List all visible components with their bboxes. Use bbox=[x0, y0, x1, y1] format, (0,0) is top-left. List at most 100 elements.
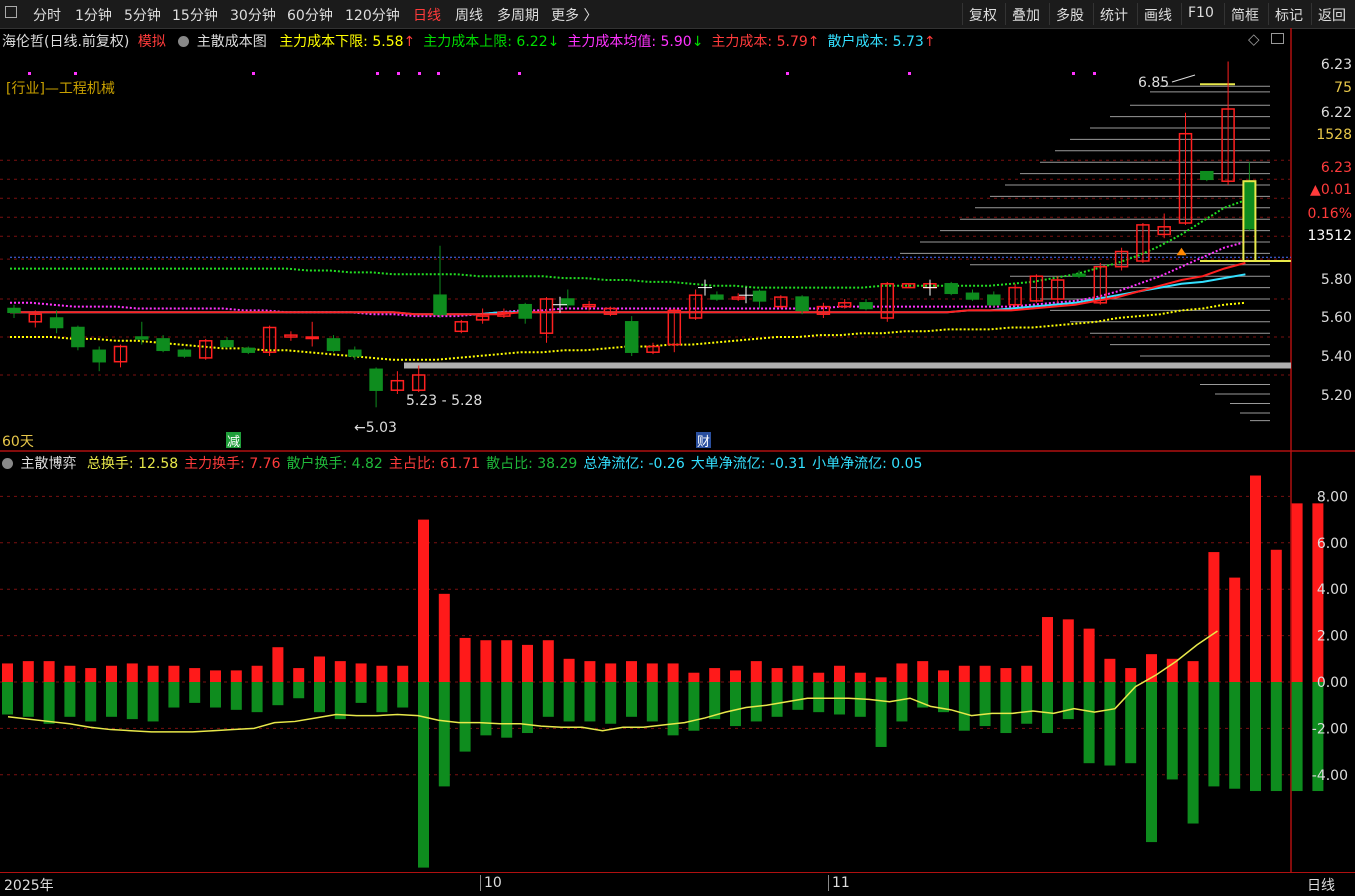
game-bar-chart[interactable]: 8.00 6.00 4.00 2.00 0.00 -2.00 -4.00 bbox=[0, 451, 1355, 872]
candle-body bbox=[177, 349, 192, 357]
period-tab-daily[interactable]: 日线 bbox=[413, 5, 441, 25]
retail-turnover-bar bbox=[126, 682, 138, 720]
retail-turnover-bar bbox=[230, 682, 242, 710]
candle-body bbox=[156, 338, 170, 352]
retail-turnover-bar bbox=[584, 682, 596, 722]
retail-turnover-bar bbox=[1208, 682, 1220, 787]
retail-turnover-bar bbox=[1062, 682, 1074, 720]
candle-body bbox=[241, 347, 256, 353]
candlestick-chart[interactable]: 6.85 ←5.03 5.23 - 5.28 60天 减 财 6.23 75 6.22 1528 6… bbox=[0, 28, 1355, 452]
signal-dot bbox=[376, 72, 379, 75]
candle-body bbox=[49, 317, 64, 329]
right-axis-label: ▲0.01 bbox=[1310, 182, 1352, 198]
main-turnover-bar bbox=[1000, 668, 1012, 682]
right-axis-label: 0.16% bbox=[1308, 206, 1352, 222]
period-tab-30min[interactable]: 30分钟 bbox=[230, 5, 276, 25]
retail-turnover-bar bbox=[22, 682, 34, 717]
right-axis-label: 6.22 bbox=[1321, 105, 1352, 121]
candle-body bbox=[987, 294, 1001, 306]
right-axis-label: 1528 bbox=[1316, 127, 1352, 143]
main-turnover-bar bbox=[376, 665, 388, 682]
main-turnover-bar bbox=[438, 593, 450, 682]
period-tab-15min[interactable]: 15分钟 bbox=[172, 5, 218, 25]
retail-turnover-bar bbox=[1021, 682, 1033, 724]
main-turnover-bar bbox=[979, 665, 991, 682]
period-tab-5min[interactable]: 5分钟 bbox=[124, 5, 161, 25]
main-turnover-bar bbox=[938, 670, 949, 682]
retail-turnover-bar bbox=[376, 682, 388, 713]
retail-turnover-bar bbox=[106, 682, 117, 717]
multi-stock-button[interactable]: 多股 bbox=[1049, 3, 1090, 25]
right-axis-label: 13512 bbox=[1307, 228, 1352, 244]
main-turnover-bar bbox=[1291, 503, 1303, 682]
signal-dot bbox=[437, 72, 440, 75]
candle-body bbox=[561, 298, 575, 306]
candle-body bbox=[369, 368, 383, 391]
retail-turnover-bar bbox=[43, 682, 55, 724]
candle-body bbox=[348, 349, 362, 357]
retail-turnover-bar bbox=[397, 682, 409, 708]
signal-dot bbox=[74, 72, 77, 75]
retail-turnover-bar bbox=[1270, 682, 1282, 792]
main-cost-line bbox=[10, 261, 1246, 316]
candle-body bbox=[71, 326, 85, 348]
period-tab-weekly[interactable]: 周线 bbox=[455, 5, 483, 25]
fuquan-button[interactable]: 复权 bbox=[962, 3, 1003, 25]
retail-turnover-bar bbox=[64, 682, 76, 717]
retail-turnover-bar bbox=[1146, 682, 1157, 843]
main-turnover-bar bbox=[1187, 661, 1199, 682]
f10-button[interactable]: F10 bbox=[1181, 3, 1220, 25]
period-count-label: 60天 bbox=[2, 434, 34, 450]
reduce-tag: 减 bbox=[227, 435, 240, 450]
range-label: 5.23 - 5.28 bbox=[406, 393, 482, 409]
main-turnover-bar bbox=[626, 661, 637, 682]
retail-turnover-bar bbox=[792, 682, 804, 710]
draw-line-button[interactable]: 画线 bbox=[1137, 3, 1178, 25]
period-tab-60min[interactable]: 60分钟 bbox=[287, 5, 333, 25]
retail-turnover-bar bbox=[1000, 682, 1012, 734]
statistics-button[interactable]: 统计 bbox=[1093, 3, 1134, 25]
high-price-label: 6.85 bbox=[1138, 75, 1169, 91]
main-turnover-bar bbox=[688, 672, 700, 682]
retail-turnover-bar bbox=[438, 682, 450, 787]
retail-turnover-bar bbox=[355, 682, 367, 703]
simple-frame-button[interactable]: 简框 bbox=[1224, 3, 1265, 25]
main-turnover-bar bbox=[397, 665, 409, 682]
period-tab-fenshi[interactable]: 分时 bbox=[33, 5, 61, 25]
retail-turnover-bar bbox=[542, 682, 554, 717]
signal-dot bbox=[418, 72, 421, 75]
signal-dot bbox=[1072, 72, 1075, 75]
sub-axis-label: 6.00 bbox=[1317, 536, 1348, 552]
main-turnover-bar bbox=[106, 665, 117, 682]
overlay-button[interactable]: 叠加 bbox=[1005, 3, 1046, 25]
axis-period-label[interactable]: 日线 bbox=[1307, 875, 1335, 895]
candle-body bbox=[752, 290, 767, 302]
signal-marker bbox=[1176, 247, 1187, 256]
candle-body bbox=[135, 336, 149, 340]
candle-body bbox=[965, 292, 980, 300]
right-axis-label: 5.80 bbox=[1321, 272, 1352, 288]
axis-month-oct: 10 bbox=[480, 875, 502, 891]
sub-axis-label: -2.00 bbox=[1312, 721, 1348, 737]
period-tab-1min[interactable]: 1分钟 bbox=[75, 5, 112, 25]
period-tab-multi[interactable]: 多周期 bbox=[497, 5, 539, 25]
candle-body bbox=[92, 349, 106, 363]
sub-axis-label: 8.00 bbox=[1317, 489, 1348, 505]
main-turnover-bar bbox=[563, 658, 575, 682]
period-tab-more[interactable]: 更多 〉 bbox=[551, 5, 597, 25]
main-turnover-bar bbox=[64, 665, 76, 682]
mark-button[interactable]: 标记 bbox=[1268, 3, 1309, 25]
retail-turnover-bar bbox=[688, 682, 700, 731]
back-button[interactable]: 返回 bbox=[1311, 3, 1352, 25]
main-turnover-bar bbox=[854, 672, 866, 682]
main-turnover-bar bbox=[501, 640, 513, 682]
retail-turnover-bar bbox=[958, 682, 970, 731]
main-turnover-bar bbox=[1166, 658, 1178, 682]
retail-turnover-bar bbox=[1125, 682, 1137, 764]
sub-axis-label: 4.00 bbox=[1317, 582, 1348, 598]
period-tab-120min[interactable]: 120分钟 bbox=[345, 5, 400, 25]
retail-turnover-bar bbox=[480, 682, 492, 736]
retail-turnover-bar bbox=[1042, 682, 1053, 734]
toolbar-menu-icon[interactable] bbox=[5, 6, 17, 18]
upper-cost-line bbox=[10, 199, 1246, 289]
